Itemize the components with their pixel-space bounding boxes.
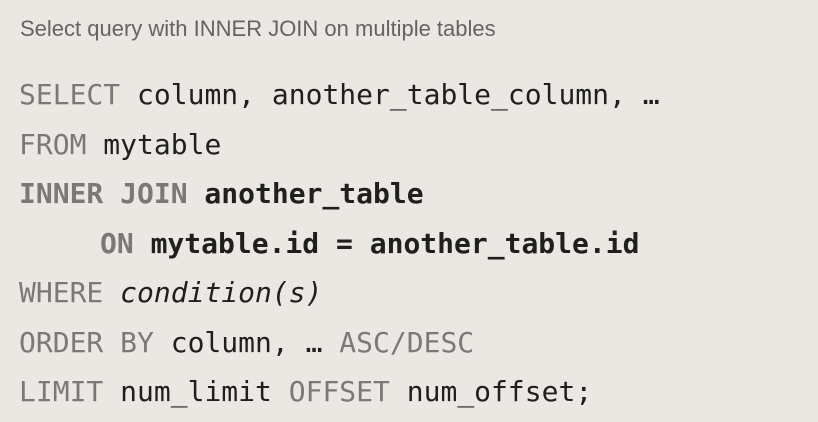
from-keyword: FROM: [19, 127, 87, 161]
limit-line: LIMIT num_limit OFFSET num_offset;: [19, 367, 660, 417]
limit-value: num_limit: [103, 375, 289, 408]
inner-join-line: INNER JOIN another_table: [19, 169, 660, 219]
offset-value: num_offset;: [389, 375, 593, 408]
select-line: SELECT column, another_table_column, …: [19, 70, 660, 120]
limit-keyword: LIMIT: [19, 375, 104, 408]
order-by-keyword: ORDER BY: [19, 325, 154, 359]
on-keyword: ON: [100, 226, 134, 260]
order-columns: column, …: [153, 325, 340, 359]
select-columns: column, another_table_column, …: [120, 78, 660, 111]
on-line: ON mytable.id = another_table.id: [19, 219, 660, 269]
order-by-line: ORDER BY column, … ASC/DESC: [19, 318, 660, 368]
where-condition: condition(s): [120, 276, 323, 309]
sql-code-block: SELECT column, another_table_column, … F…: [19, 70, 660, 417]
offset-keyword: OFFSET: [288, 375, 390, 408]
where-keyword: WHERE: [19, 276, 104, 309]
where-line: WHERE condition(s): [19, 268, 660, 318]
from-line: FROM mytable: [19, 120, 660, 170]
sort-direction: ASC/DESC: [339, 325, 475, 359]
panel-caption: Select query with INNER JOIN on multiple…: [20, 16, 496, 41]
join-table: another_table: [187, 177, 424, 210]
sql-syntax-panel: Select query with INNER JOIN on multiple…: [0, 0, 818, 422]
inner-join-keyword: INNER JOIN: [19, 177, 188, 210]
select-keyword: SELECT: [19, 78, 121, 111]
join-condition: mytable.id = another_table.id: [133, 226, 640, 260]
from-table: mytable: [86, 127, 222, 161]
